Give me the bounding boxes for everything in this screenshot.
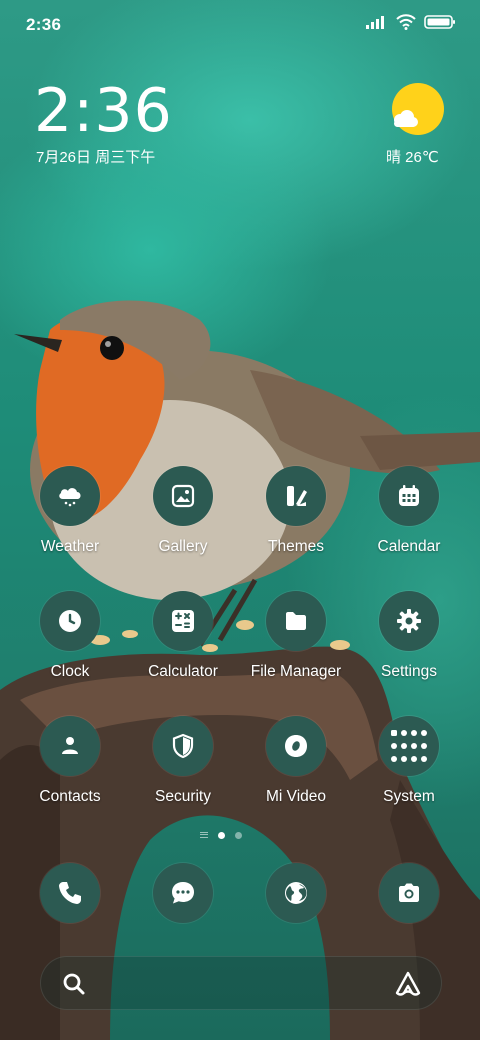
weather-icon[interactable] [40, 466, 100, 526]
calculator-icon[interactable] [153, 591, 213, 651]
app-label: Themes [268, 538, 324, 555]
app-label: Settings [380, 663, 437, 680]
calendar-icon[interactable] [379, 466, 439, 526]
app-file-manager[interactable]: File Manager [236, 591, 356, 681]
app-settings[interactable]: Settings [349, 591, 469, 681]
messages-icon[interactable] [153, 863, 213, 923]
app-calculator[interactable]: Calculator [123, 591, 243, 681]
weather-widget-text[interactable]: 晴 26℃ [386, 146, 439, 167]
app-system-folder[interactable]: System [349, 716, 469, 806]
app-security[interactable]: Security [123, 716, 243, 806]
folder-grid-icon[interactable] [379, 716, 439, 776]
status-icons [366, 14, 456, 30]
clock-icon[interactable] [40, 591, 100, 651]
app-label: Mi Video [265, 788, 327, 805]
search-bar[interactable] [40, 956, 442, 1010]
app-clock[interactable]: Clock [10, 591, 130, 681]
browser-icon[interactable] [266, 863, 326, 923]
assistant-icon[interactable] [393, 969, 423, 999]
battery-icon [424, 15, 455, 29]
app-contacts[interactable]: Contacts [10, 716, 130, 806]
folder-icon[interactable] [266, 591, 326, 651]
video-icon[interactable] [266, 716, 326, 776]
sun-cloud-icon[interactable] [390, 82, 444, 136]
status-time: 2:36 [26, 15, 62, 34]
app-mi-video[interactable]: Mi Video [236, 716, 356, 806]
app-label: File Manager [250, 663, 342, 680]
gallery-icon[interactable] [153, 466, 213, 526]
wifi-icon [396, 14, 416, 30]
app-gallery[interactable]: Gallery [123, 466, 243, 556]
app-calendar[interactable]: Calendar [349, 466, 469, 556]
page-indicator-dot-active[interactable] [218, 831, 225, 839]
app-label: System [383, 788, 435, 805]
app-themes[interactable]: Themes [236, 466, 356, 556]
camera-icon[interactable] [379, 863, 439, 923]
app-label: Weather [40, 538, 100, 555]
phone-icon[interactable] [40, 863, 100, 923]
themes-icon[interactable] [266, 466, 326, 526]
page-indicator-dot[interactable] [235, 831, 242, 839]
gear-icon[interactable] [379, 591, 439, 651]
clock-widget-time[interactable]: 2:36 [34, 76, 173, 146]
search-icon[interactable] [61, 971, 87, 997]
page-indicator[interactable] [200, 829, 250, 841]
page-indicator-feed[interactable] [200, 832, 208, 838]
signal-icon [366, 16, 384, 29]
clock-widget-date[interactable]: 7月26日 周三下午 [36, 146, 155, 167]
app-label: Calendar [377, 538, 441, 555]
app-weather[interactable]: Weather [10, 466, 130, 556]
app-label: Contacts [39, 788, 101, 805]
app-label: Calculator [148, 663, 218, 680]
status-bar: 2:36 [0, 0, 480, 50]
shield-icon[interactable] [153, 716, 213, 776]
contacts-icon[interactable] [40, 716, 100, 776]
app-label: Clock [50, 663, 90, 680]
app-label: Security [155, 788, 211, 805]
app-label: Gallery [158, 538, 208, 555]
